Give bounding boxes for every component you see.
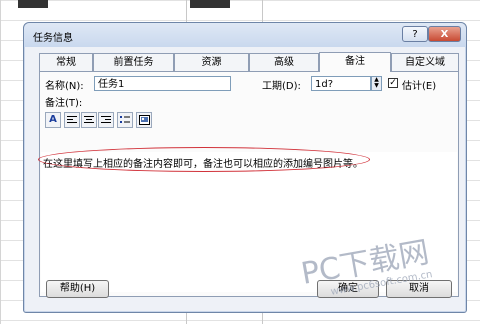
tab-resources[interactable]: 资源 [174,53,249,71]
notes-label: 备注(T): [45,98,83,109]
tab-custom-fields[interactable]: 自定义域 [391,53,459,71]
estimated-label: 估计(E) [402,81,437,92]
tab-notes[interactable]: 备注 [319,52,391,72]
title-bar[interactable]: 任务信息 ? X [24,23,466,47]
question-icon: ? [412,29,418,40]
close-icon: X [440,29,449,40]
name-field[interactable]: 任务1 [94,76,231,91]
cell-fill [190,0,230,8]
insert-object-icon[interactable] [136,112,152,128]
align-right-icon[interactable] [98,112,114,128]
tab-advanced[interactable]: 高级 [249,53,319,71]
close-button[interactable]: X [428,26,461,42]
tab-general[interactable]: 常规 [39,53,93,71]
name-label: 名称(N): [45,81,84,92]
duration-spinner[interactable]: ▲ ▼ [371,76,382,91]
help-button[interactable]: 帮助(H) [46,280,109,298]
bullet-list-icon[interactable] [117,112,133,128]
annotation-oval [38,147,370,172]
font-icon[interactable]: A [45,112,61,128]
spreadsheet-top-row [0,0,480,8]
align-center-icon[interactable] [81,112,97,128]
spin-down-icon[interactable]: ▼ [372,83,381,89]
title-help-button[interactable]: ? [402,26,428,42]
cell-fill [18,0,48,8]
duration-field[interactable]: 1d? [311,76,371,91]
tab-predecessors[interactable]: 前置任务 [93,53,174,71]
estimated-checkbox[interactable]: ✓ [388,78,398,88]
align-left-icon[interactable] [64,112,80,128]
dialog-title: 任务信息 [33,33,73,44]
duration-label: 工期(D): [262,81,301,92]
